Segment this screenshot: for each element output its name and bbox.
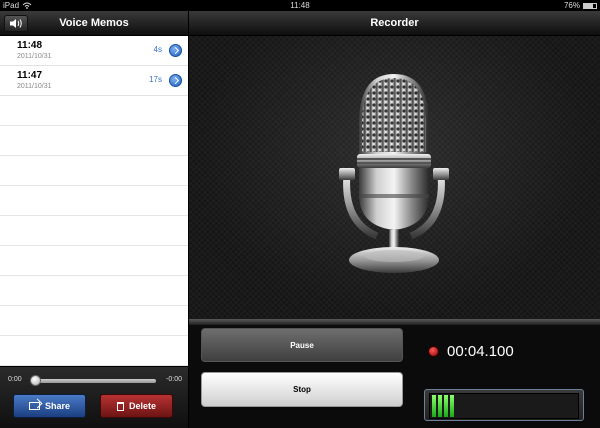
list-item[interactable]: 11:48 2011/10/31 4s xyxy=(0,36,188,66)
recorder-pane: Recorder Pause Stop 00:04.100 xyxy=(189,11,600,428)
battery-fill xyxy=(584,3,594,8)
empty-row xyxy=(0,156,188,186)
empty-row xyxy=(0,186,188,216)
level-meter xyxy=(424,389,584,421)
delete-label: Delete xyxy=(128,401,156,411)
level-meter-screen xyxy=(429,393,579,419)
memo-sidebar: Voice Memos 11:48 2011/10/31 4s 11:47 20… xyxy=(0,11,188,428)
scrubber-start-time: 0:00 xyxy=(8,376,22,383)
battery-percent: 76% xyxy=(563,1,580,10)
level-bar xyxy=(450,395,454,417)
microphone-icon xyxy=(339,74,449,273)
status-time: 11:48 xyxy=(290,1,310,10)
recorder-controls: Pause Stop 00:04.100 xyxy=(189,325,600,428)
empty-row xyxy=(0,96,188,126)
recorder-navbar: Recorder xyxy=(189,11,600,36)
disclosure-icon[interactable] xyxy=(169,74,182,87)
playback-toolbar: 0:00 -0:00 Share Delete xyxy=(0,366,188,428)
empty-row xyxy=(0,336,188,366)
share-icon xyxy=(28,402,40,410)
recorder-title: Recorder xyxy=(370,17,419,29)
scrubber-track[interactable] xyxy=(32,379,156,383)
disclosure-icon[interactable] xyxy=(169,44,182,57)
share-label: Share xyxy=(44,401,70,411)
trash-icon xyxy=(116,401,124,411)
memo-list: 11:48 2011/10/31 4s 11:47 2011/10/31 17s xyxy=(0,36,188,366)
sidebar-title: Voice Memos xyxy=(59,17,129,29)
pause-button[interactable]: Pause xyxy=(201,328,403,362)
memo-time: 11:48 xyxy=(17,40,43,51)
memo-duration: 4s xyxy=(153,45,162,54)
speaker-icon xyxy=(10,19,22,28)
empty-row xyxy=(0,126,188,156)
speaker-button[interactable] xyxy=(4,15,28,32)
delete-button[interactable]: Delete xyxy=(100,394,173,418)
battery-icon xyxy=(583,2,597,9)
empty-row xyxy=(0,276,188,306)
memo-time: 11:47 xyxy=(17,70,43,81)
memo-date: 2011/10/31 xyxy=(17,83,52,90)
scrubber-end-time: -0:00 xyxy=(166,376,182,383)
voice-memos-app: iPad 11:48 76% Voice Memos 11:48 2011/10… xyxy=(0,0,600,428)
microphone-stage xyxy=(189,36,600,319)
empty-row xyxy=(0,246,188,276)
list-item[interactable]: 11:47 2011/10/31 17s xyxy=(0,66,188,96)
record-indicator-icon xyxy=(428,346,439,357)
empty-row xyxy=(0,216,188,246)
level-bar xyxy=(444,395,448,417)
memo-duration: 17s xyxy=(149,75,162,84)
memo-date: 2011/10/31 xyxy=(17,53,52,60)
level-bar xyxy=(438,395,442,417)
stop-button[interactable]: Stop xyxy=(201,372,403,407)
scrubber-knob[interactable] xyxy=(30,375,41,386)
status-right: 76% xyxy=(564,0,597,11)
sidebar-navbar: Voice Memos xyxy=(0,11,188,36)
status-bar: iPad 11:48 76% xyxy=(0,0,600,11)
share-button[interactable]: Share xyxy=(13,394,86,418)
empty-row xyxy=(0,306,188,336)
elapsed-timer: 00:04.100 xyxy=(447,343,514,360)
level-bar xyxy=(432,395,436,417)
